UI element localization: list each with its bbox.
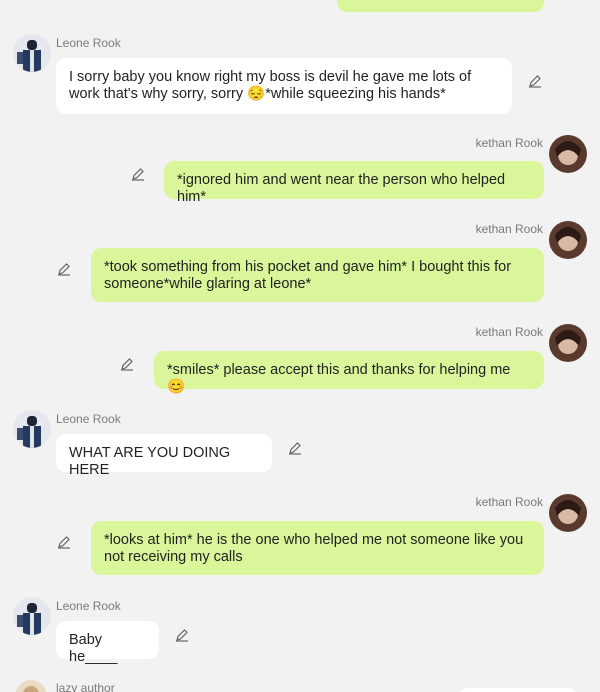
person-icon bbox=[13, 597, 51, 635]
avatar-author[interactable] bbox=[15, 680, 47, 692]
message-bubble: *looks at him* he is the one who helped … bbox=[91, 521, 544, 575]
message-bubble: *ignored him and went near the person wh… bbox=[164, 161, 544, 205]
message-bubble: *took something from his pocket and gave… bbox=[91, 248, 544, 302]
message-text: Baby he____ bbox=[69, 632, 118, 665]
edit-pencil-icon[interactable] bbox=[175, 628, 189, 642]
person-icon bbox=[549, 135, 587, 173]
avatar-kethan[interactable] bbox=[549, 221, 587, 259]
message-text: *looks at him* he is the one who helped … bbox=[104, 532, 524, 565]
person-icon bbox=[549, 324, 587, 362]
person-icon bbox=[13, 34, 51, 72]
avatar-kethan[interactable] bbox=[549, 135, 587, 173]
message-text: WHAT ARE YOU DOING HERE bbox=[69, 445, 231, 478]
message-text: *ignored him and went near the person wh… bbox=[177, 172, 506, 205]
edit-pencil-icon[interactable] bbox=[120, 357, 134, 371]
sender-name: Leone Rook bbox=[56, 412, 121, 426]
edit-pencil-icon[interactable] bbox=[57, 535, 71, 549]
sender-name: kethan Rook bbox=[475, 136, 543, 150]
previous-message-bubble bbox=[337, 0, 544, 12]
avatar-leone[interactable] bbox=[13, 410, 51, 448]
avatar-leone[interactable] bbox=[13, 34, 51, 72]
person-icon bbox=[549, 494, 587, 532]
message-text: I sorry baby you know right my boss is d… bbox=[69, 69, 472, 102]
sender-name: lazy author bbox=[56, 681, 115, 692]
message-text: *smiles* please accept this and thanks f… bbox=[167, 362, 511, 395]
person-icon bbox=[549, 221, 587, 259]
message-bubble: I sorry baby you know right my boss is d… bbox=[56, 58, 512, 114]
message-bubble: WHAT ARE YOU DOING HERE bbox=[56, 434, 272, 478]
message-bubble bbox=[458, 688, 578, 692]
edit-pencil-icon[interactable] bbox=[131, 167, 145, 181]
person-icon bbox=[15, 680, 47, 692]
sender-name: Leone Rook bbox=[56, 36, 121, 50]
avatar-kethan[interactable] bbox=[549, 494, 587, 532]
sender-name: Leone Rook bbox=[56, 599, 121, 613]
message-bubble: *smiles* please accept this and thanks f… bbox=[154, 351, 544, 395]
edit-pencil-icon[interactable] bbox=[288, 441, 302, 455]
person-icon bbox=[13, 410, 51, 448]
sender-name: kethan Rook bbox=[475, 222, 543, 236]
sender-name: kethan Rook bbox=[475, 325, 543, 339]
edit-pencil-icon[interactable] bbox=[528, 74, 542, 88]
avatar-leone[interactable] bbox=[13, 597, 51, 635]
edit-pencil-icon[interactable] bbox=[57, 262, 71, 276]
message-bubble: Baby he____ bbox=[56, 621, 159, 665]
message-text: *took something from his pocket and gave… bbox=[104, 259, 512, 292]
avatar-kethan[interactable] bbox=[549, 324, 587, 362]
sender-name: kethan Rook bbox=[475, 495, 543, 509]
